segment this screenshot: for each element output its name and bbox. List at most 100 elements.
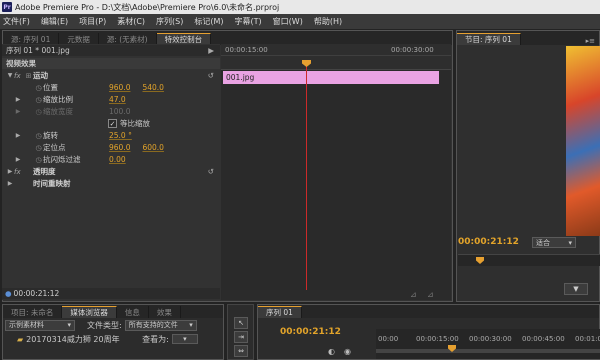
ec-tab-row: 源: 序列 01 元数据 源: (无素材) 特效控制台 [3,31,452,45]
track-select-icon: ⇥ [238,333,244,341]
timeline-tab-row: 序列 01 [258,305,599,318]
anchor-label: 定位点 [43,143,66,152]
window-title: Adobe Premiere Pro - D:\文档\Adobe\Premier… [15,2,280,12]
marker-add-icon[interactable]: ◉ [344,347,356,357]
fit-value: 适合 [536,238,550,247]
rotation-row: ▶ ◷ 旋转 25.0 ° [2,130,220,141]
fit-dropdown[interactable]: 适合 ▾ [532,237,576,248]
collapse-triangle-icon[interactable]: ▼ [6,72,14,79]
tab-info[interactable]: 信息 [117,306,149,318]
file-type-select[interactable]: 所有支持的文件 ▾ [124,319,197,331]
motion-row[interactable]: ▼ fx ⊞ 运动 ↺ [2,70,220,81]
track-select-tool[interactable]: ⇥ [234,331,248,343]
panel-menu-icon[interactable]: ▸≡ [586,37,595,45]
selection-tool[interactable]: ↖ [234,317,248,329]
folder-select[interactable]: 示例素材料 ▾ [5,319,75,331]
zoom-in-icon[interactable]: ⊿ [427,290,434,299]
expand-triangle-icon[interactable]: ▶ [14,96,22,103]
stopwatch-icon[interactable]: ◷ [34,95,43,104]
menu-edit[interactable]: 编辑(E) [41,16,68,27]
ruler-start-label: 00:00:15:00 [225,46,268,54]
program-playhead-icon[interactable] [476,257,484,264]
opacity-row[interactable]: ▶ fx 透明度 ↺ [2,166,220,177]
snap-icon[interactable]: ◐ [328,347,340,357]
timeline-ruler[interactable]: 00:00 00:00:15:00 00:00:30:00 00:00:45:0… [376,329,600,359]
motion-transform-icon[interactable]: ⊞ [24,71,33,80]
sequence-clip-header: 序列 01 * 001.jpg ▶ [2,45,220,56]
ec-status-bar: ● 00:00:21:12 [2,288,220,299]
uniform-scale-checkbox[interactable]: ✓ [108,119,117,128]
position-label: 位置 [43,83,58,92]
motion-label: 运动 [33,71,48,80]
menu-title[interactable]: 字幕(T) [235,16,262,27]
file-type-value: 所有支持的文件 [128,321,178,329]
folder-icon: ▰ [17,334,24,344]
tab-sequence[interactable]: 序列 01 [258,306,302,318]
zoom-out-icon[interactable]: ⊿ [410,290,417,299]
fx-badge-icon[interactable]: fx [14,168,24,176]
work-area-bar[interactable] [376,349,600,353]
expand-triangle-icon[interactable]: ▶ [6,168,14,175]
time-remap-row[interactable]: ▶ 时间重映射 [2,178,220,189]
tools-panel: ↖ ⇥ ⇔ [227,304,254,360]
expand-triangle-icon[interactable]: ▶ [6,180,14,187]
stopwatch-icon[interactable]: ◷ [34,83,43,92]
timeline-panel: 序列 01 00:00:21:12 ◐ ◉ 00:00 00:00:15:00 … [257,304,600,360]
project-panel: 项目: 未命名 媒体浏览器 信息 效果 示例素材料 ▾ 文件类型: 所有支持的文… [2,304,224,360]
folder-select-value: 示例素材料 [9,321,44,329]
expand-right-icon[interactable]: ▶ [208,46,214,55]
program-tab-row: 节目: 序列 01 ▸≡ [457,31,599,45]
timeline-timecode[interactable]: 00:00:21:12 [280,327,341,337]
tab-project[interactable]: 项目: 未命名 [3,306,63,318]
antiflicker-value[interactable]: 0.00 [109,155,126,164]
playhead-line[interactable] [306,62,307,294]
menu-sequence[interactable]: 序列(S) [156,16,183,27]
marker-button[interactable]: ▼ [564,283,588,295]
reset-icon[interactable]: ↺ [208,71,214,80]
menu-bar: 文件(F) 编辑(E) 项目(P) 素材(C) 序列(S) 标记(M) 字幕(T… [0,14,600,29]
ec-time-ruler[interactable] [221,56,451,70]
ec-current-time[interactable]: 00:00:21:12 [14,289,60,298]
menu-file[interactable]: 文件(F) [3,16,30,27]
rotation-value[interactable]: 25.0 ° [109,131,132,140]
chevron-down-icon: ▾ [189,321,193,329]
scale-width-value: 100.0 [109,107,131,116]
project-filter-row: 示例素材料 ▾ 文件类型: 所有支持的文件 ▾ [3,318,223,332]
stopwatch-icon[interactable]: ◷ [34,155,43,164]
ripple-edit-tool[interactable]: ⇔ [234,345,248,357]
expand-triangle-icon: ▶ [15,108,21,115]
menu-project[interactable]: 项目(P) [79,16,106,27]
menu-marker[interactable]: 标记(M) [194,16,223,27]
tab-media-browser[interactable]: 媒体浏览器 [62,306,117,318]
anchor-y-value[interactable]: 600.0 [142,143,163,152]
tab-effects[interactable]: 效果 [149,306,181,318]
program-ruler[interactable] [458,254,600,266]
clip-bar[interactable]: 001.jpg [223,71,439,84]
program-preview-image [566,46,600,236]
expand-triangle-icon[interactable]: ▶ [14,132,22,139]
fx-badge-icon[interactable]: fx [14,72,24,80]
stopwatch-icon[interactable]: ◷ [34,143,43,152]
menu-help[interactable]: 帮助(H) [314,16,342,27]
ec-bottom-scroll: ⊿ ⊿ [222,290,450,300]
scale-width-row: ▶ ◷ 缩放宽度 100.0 [2,106,220,117]
tab-program[interactable]: 节目: 序列 01 [457,33,521,45]
sequence-clip-label: 序列 01 * 001.jpg [6,46,70,55]
menu-window[interactable]: 窗口(W) [273,16,303,27]
scale-value[interactable]: 47.0 [109,95,126,104]
chevron-down-icon: ▾ [183,335,187,343]
video-effects-header: 视频效果 [2,58,220,69]
opacity-label: 透明度 [33,167,56,176]
view-as-dropdown[interactable]: ▾ [171,334,198,344]
expand-triangle-icon[interactable]: ▶ [14,156,22,163]
stopwatch-icon[interactable]: ◷ [34,131,43,140]
folder-row[interactable]: ▰ 20170314威力狮 20周年 查看为: ▾ [3,332,223,346]
position-x-value[interactable]: 960.0 [109,83,130,92]
reset-icon[interactable]: ↺ [208,167,214,176]
position-y-value[interactable]: 540.0 [142,83,163,92]
scale-label: 缩放比例 [43,95,73,104]
ripple-edit-icon: ⇔ [238,347,244,355]
anchor-x-value[interactable]: 960.0 [109,143,130,152]
menu-clip[interactable]: 素材(C) [117,16,145,27]
program-timecode[interactable]: 00:00:21:12 [458,237,519,247]
